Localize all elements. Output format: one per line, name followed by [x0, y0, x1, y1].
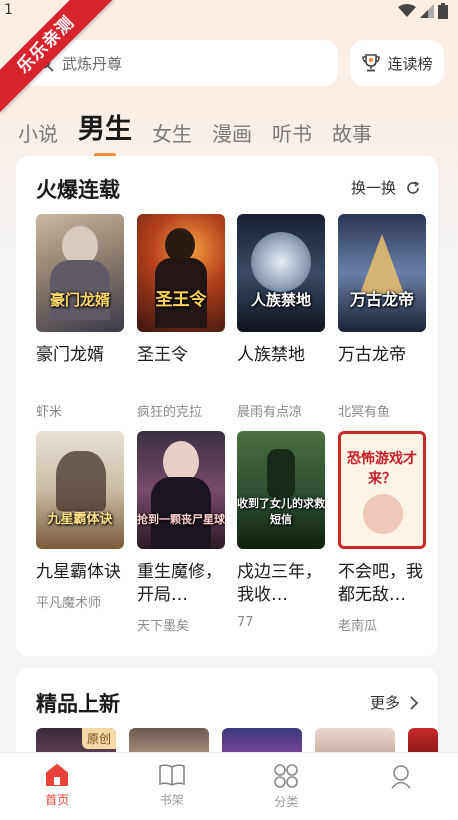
cover-title: 恐怖游戏才来？	[347, 451, 417, 487]
book-author: 晨雨有点凉	[237, 405, 303, 420]
status-time: 1	[4, 2, 13, 18]
book-title: 不会吧，我都无敌…	[338, 562, 423, 605]
book-author: 北冥有鱼	[338, 405, 391, 420]
book-card[interactable]: 收到了女儿的求救短信 戍边三年，我收… 77	[237, 431, 325, 630]
cover-title: 九星霸体诀	[47, 512, 113, 527]
rank-button-label: 连读榜	[387, 54, 433, 73]
status-icons	[398, 3, 448, 19]
book-cover: 九星霸体诀	[36, 431, 124, 549]
nav-profile[interactable]	[344, 753, 458, 820]
book-card[interactable]: 豪门龙婿 豪门龙婿	[36, 214, 124, 367]
book-title: 人族禁地	[237, 345, 305, 365]
rank-button[interactable]: 连读榜	[350, 40, 444, 86]
profile-icon	[391, 765, 411, 789]
home-icon	[46, 764, 69, 786]
cover-title: 圣王令	[155, 290, 207, 310]
grid-icon	[274, 764, 299, 788]
cover-title: 收到了女儿的求救短信	[237, 497, 325, 526]
book-cover: 圣王令	[137, 214, 225, 332]
book-cover: 收到了女儿的求救短信	[237, 431, 325, 549]
tab-audiobook[interactable]: 听书	[272, 120, 312, 148]
battery-icon	[438, 3, 448, 19]
category-tabs: 小说 男生 女生 漫画 听书 故事	[18, 100, 392, 158]
refresh-button[interactable]: 换一换	[351, 177, 420, 198]
book-card[interactable]: 人族禁地 人族禁地	[237, 214, 325, 367]
nav-home-label: 首页	[45, 793, 70, 807]
trophy-icon	[362, 54, 381, 72]
hot-serials-section: 火爆连载 换一换 豪门龙婿 豪门龙婿 圣王令 圣王令 人族禁地 人族禁地 万古龙…	[16, 156, 438, 656]
book-title: 豪门龙婿	[36, 345, 104, 365]
book-card[interactable]: 抢到一颗丧尸星球 重生魔修，开局… 天下墨矣	[137, 431, 225, 634]
book-card[interactable]: 恐怖游戏才来？ 不会吧，我都无敌… 老南瓜	[338, 431, 426, 634]
book-title: 重生魔修，开局…	[137, 562, 222, 605]
book-author: 天下墨矣	[137, 619, 190, 634]
cover-title: 抢到一颗丧尸星球	[137, 513, 225, 526]
nav-bookshelf[interactable]: 书架	[115, 753, 230, 820]
book-cover: 恐怖游戏才来？	[338, 431, 426, 549]
search-placeholder: 武炼丹尊	[62, 54, 123, 73]
chevron-right-icon	[410, 695, 418, 710]
book-card[interactable]: 圣王令 圣王令	[137, 214, 225, 367]
cover-title: 人族禁地	[250, 291, 311, 309]
book-author: 77	[237, 615, 254, 630]
search-input[interactable]: 武炼丹尊	[22, 40, 338, 86]
nav-category[interactable]: 分类	[229, 753, 344, 820]
book-author: 老南瓜	[338, 619, 378, 634]
cover-title: 豪门龙婿	[49, 291, 110, 309]
book-author: 疯狂的克拉	[137, 405, 203, 420]
signal-icon	[420, 4, 434, 18]
book-open-icon	[158, 764, 185, 786]
cover-title: 万古龙帝	[349, 290, 414, 309]
refresh-icon	[407, 180, 420, 194]
original-badge: 原创	[81, 728, 116, 749]
book-cover: 抢到一颗丧尸星球	[137, 431, 225, 549]
tab-male[interactable]: 男生	[78, 112, 132, 158]
book-cover: 人族禁地	[237, 214, 325, 332]
bottom-nav: 首页 书架 分类	[0, 752, 458, 820]
tab-novel[interactable]: 小说	[18, 120, 58, 148]
more-button[interactable]: 更多	[370, 692, 418, 713]
more-label: 更多	[369, 694, 400, 712]
book-title: 圣王令	[137, 345, 188, 365]
refresh-label: 换一换	[350, 179, 396, 197]
section-title: 精品上新	[36, 692, 120, 716]
book-title: 万古龙帝	[338, 345, 406, 365]
book-author: 平凡魔术师	[36, 596, 102, 611]
tab-story[interactable]: 故事	[332, 120, 372, 148]
book-cover: 万古龙帝	[338, 214, 426, 332]
book-title: 九星霸体诀	[36, 562, 121, 582]
book-author: 虾米	[36, 405, 63, 420]
tab-comics[interactable]: 漫画	[212, 120, 252, 148]
book-card[interactable]: 九星霸体诀 九星霸体诀 平凡魔术师	[36, 431, 124, 611]
nav-bookshelf-label: 书架	[159, 793, 184, 807]
section-title: 火爆连载	[36, 178, 120, 202]
book-title: 戍边三年，我收…	[237, 562, 322, 605]
nav-category-label: 分类	[274, 795, 299, 809]
book-card[interactable]: 万古龙帝 万古龙帝	[338, 214, 426, 367]
wifi-icon	[398, 4, 416, 17]
tab-female[interactable]: 女生	[152, 120, 192, 148]
book-cover: 豪门龙婿	[36, 214, 124, 332]
nav-home[interactable]: 首页	[0, 753, 115, 820]
